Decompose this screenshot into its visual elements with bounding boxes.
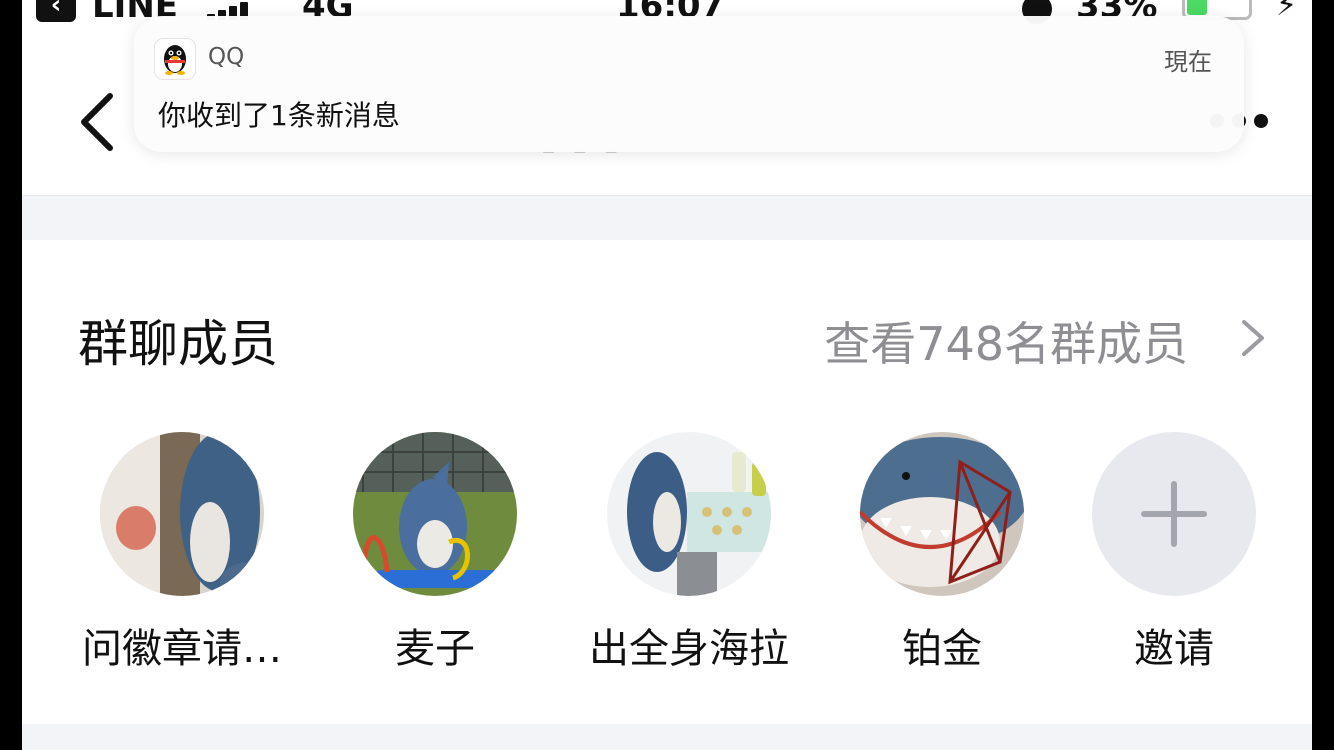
notification-banner[interactable]: QQ 現在 你收到了1条新消息	[134, 16, 1244, 152]
back-to-app-icon[interactable]: ‹	[36, 0, 76, 22]
invite-label: 邀请	[1134, 626, 1214, 672]
invite-item[interactable]: 邀请	[1044, 432, 1304, 674]
group-members-section: 群聊成员 查看748名群成员 问徽章请… 麦子 出全身海拉 铂金 邀请	[22, 240, 1312, 724]
member-item[interactable]: 麦子	[305, 432, 565, 674]
section-title: 群聊成员	[78, 315, 278, 373]
chevron-left-icon[interactable]	[78, 92, 118, 152]
section-divider	[22, 724, 1312, 750]
chevron-right-icon[interactable]	[1238, 318, 1268, 358]
member-avatar[interactable]	[353, 432, 517, 596]
member-item[interactable]: 出全身海拉	[559, 432, 819, 674]
app-screen: ‹ LINE 4G 16:07 33% ⚡ ▬▬▬	[22, 0, 1312, 750]
member-avatar-row: 问徽章请… 麦子 出全身海拉 铂金 邀请	[22, 432, 1312, 672]
member-avatar[interactable]	[607, 432, 771, 596]
view-all-members-link[interactable]: 查看748名群成员	[824, 308, 1188, 374]
member-name: 铂金	[902, 626, 982, 672]
member-avatar[interactable]	[100, 432, 264, 596]
notification-message: 你收到了1条新消息	[158, 99, 400, 132]
plus-icon	[1141, 481, 1207, 547]
member-item[interactable]: 铂金	[812, 432, 1072, 674]
member-item[interactable]: 问徽章请…	[52, 432, 312, 674]
member-name: 麦子	[395, 626, 475, 672]
notification-time: 現在	[1164, 48, 1212, 76]
charging-icon: ⚡	[1276, 0, 1298, 23]
member-avatar[interactable]	[860, 432, 1024, 596]
notification-app-name: QQ	[208, 44, 245, 70]
member-name: 出全身海拉	[589, 626, 789, 672]
invite-button[interactable]	[1092, 432, 1256, 596]
qq-penguin-icon	[154, 38, 196, 80]
member-name: 问徽章请…	[82, 626, 282, 672]
